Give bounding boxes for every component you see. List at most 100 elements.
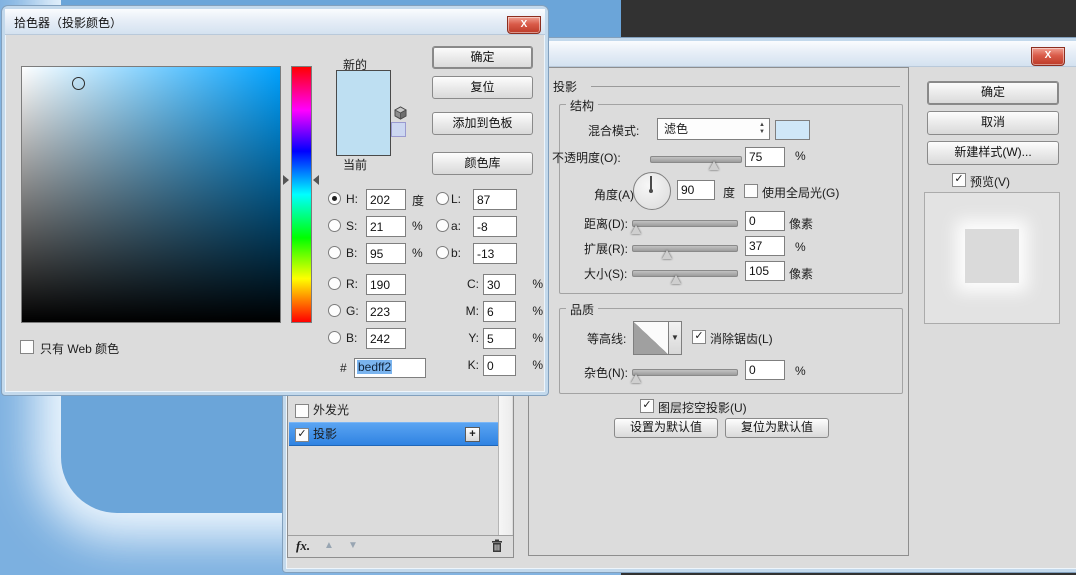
noise-input[interactable] <box>745 360 785 380</box>
trash-icon[interactable] <box>491 539 503 553</box>
opacity-input[interactable] <box>745 147 785 167</box>
only-web-colors-checkbox[interactable] <box>20 340 34 354</box>
current-color-label: 当前 <box>343 156 367 173</box>
web-color-cube-icon[interactable] <box>393 106 408 121</box>
saturation-radio[interactable] <box>328 219 341 232</box>
reset-button[interactable]: 复位 <box>432 76 533 99</box>
size-input[interactable] <box>745 261 785 281</box>
angle-dial[interactable] <box>633 172 671 210</box>
color-field-marker[interactable] <box>72 77 85 90</box>
field-label: G: <box>346 304 359 318</box>
noise-slider[interactable] <box>632 369 738 376</box>
move-down-icon[interactable]: ▼ <box>348 540 358 551</box>
knockout-checkbox[interactable] <box>640 399 654 413</box>
noise-unit: % <box>795 364 806 378</box>
blend-mode-label: 混合模式: <box>588 122 639 139</box>
contour-thumbnail[interactable] <box>633 321 669 355</box>
group-label: 品质 <box>566 301 598 318</box>
slider-thumb[interactable] <box>631 225 641 234</box>
drop-shadow-checkbox[interactable] <box>295 428 309 442</box>
size-unit: 像素 <box>789 265 813 282</box>
opacity-slider[interactable] <box>650 156 742 163</box>
style-row-drop-shadow[interactable]: 投影 + <box>289 422 498 446</box>
lab-b-input[interactable] <box>473 243 517 264</box>
reset-default-button[interactable]: 复位为默认值 <box>725 418 829 438</box>
workspace-background <box>621 0 1076 36</box>
field-label: L: <box>451 192 461 206</box>
angle-unit: 度 <box>723 184 735 201</box>
green-radio[interactable] <box>328 304 341 317</box>
quality-group: 品质 <box>559 308 903 394</box>
saturation-brightness-field[interactable] <box>21 66 281 323</box>
lab-a-input[interactable] <box>473 216 517 237</box>
blend-mode-select[interactable]: 滤色 ▲▼ <box>657 118 770 140</box>
add-to-swatches-button[interactable]: 添加到色板 <box>432 112 533 135</box>
green-input[interactable] <box>366 301 406 322</box>
preview-label: 预览(V) <box>970 173 1010 190</box>
field-unit: % <box>412 219 423 233</box>
yellow-input[interactable] <box>483 328 516 349</box>
close-icon[interactable]: X <box>507 16 541 34</box>
distance-label: 距离(D): <box>584 215 628 232</box>
spread-slider[interactable] <box>632 245 738 252</box>
field-label: B: <box>346 331 357 345</box>
shadow-color-swatch[interactable] <box>775 120 810 140</box>
hue-input[interactable] <box>366 189 406 210</box>
blue-radio[interactable] <box>328 331 341 344</box>
add-instance-icon[interactable]: + <box>465 427 480 442</box>
anti-alias-checkbox[interactable] <box>692 330 706 344</box>
slider-thumb[interactable] <box>631 374 641 383</box>
size-slider[interactable] <box>632 270 738 277</box>
move-up-icon[interactable]: ▲ <box>324 540 334 551</box>
make-default-button[interactable]: 设置为默认值 <box>614 418 718 438</box>
field-label: M: <box>457 304 479 318</box>
hue-slider[interactable] <box>291 66 312 323</box>
brightness-input[interactable] <box>366 243 406 264</box>
chevron-down-icon[interactable]: ▼ <box>669 321 682 355</box>
red-radio[interactable] <box>328 277 341 290</box>
preview-shape <box>965 229 1019 283</box>
outer-glow-checkbox[interactable] <box>295 404 309 418</box>
hue-arrow-right-icon[interactable] <box>313 175 319 185</box>
style-row-label[interactable]: 外发光 <box>313 399 349 421</box>
global-light-checkbox[interactable] <box>744 184 758 198</box>
web-safe-swatch[interactable] <box>391 122 406 137</box>
opacity-unit: % <box>795 149 806 163</box>
preview-checkbox[interactable] <box>952 173 966 187</box>
cancel-button[interactable]: 取消 <box>927 111 1059 135</box>
slider-thumb[interactable] <box>662 250 672 259</box>
ok-button[interactable]: 确定 <box>927 81 1059 105</box>
style-row-outer-glow[interactable]: 外发光 <box>289 399 498 421</box>
hue-radio[interactable] <box>328 192 341 205</box>
angle-input[interactable] <box>677 180 715 200</box>
lab-b-radio[interactable] <box>436 246 449 259</box>
fx-icon[interactable]: fx. <box>296 538 310 554</box>
ok-button[interactable]: 确定 <box>432 46 533 69</box>
hex-input[interactable]: bedff2 <box>354 358 426 378</box>
field-unit: % <box>521 277 543 291</box>
lab-a-radio[interactable] <box>436 219 449 232</box>
cyan-input[interactable] <box>483 274 516 295</box>
spread-unit: % <box>795 240 806 254</box>
new-style-button[interactable]: 新建样式(W)... <box>927 141 1059 165</box>
distance-input[interactable] <box>745 211 785 231</box>
lab-l-radio[interactable] <box>436 192 449 205</box>
hue-arrow-left-icon[interactable] <box>283 175 289 185</box>
color-libraries-button[interactable]: 颜色库 <box>432 152 533 175</box>
blue-input[interactable] <box>366 328 406 349</box>
red-input[interactable] <box>366 274 406 295</box>
magenta-input[interactable] <box>483 301 516 322</box>
saturation-input[interactable] <box>366 216 406 237</box>
close-icon[interactable]: X <box>1031 47 1065 66</box>
slider-thumb[interactable] <box>709 161 719 170</box>
distance-slider[interactable] <box>632 220 738 227</box>
black-input[interactable] <box>483 355 516 376</box>
spread-input[interactable] <box>745 236 785 256</box>
style-row-label[interactable]: 投影 <box>313 423 337 445</box>
lab-l-input[interactable] <box>473 189 517 210</box>
brightness-radio[interactable] <box>328 246 341 259</box>
field-label: S: <box>346 219 357 233</box>
new-current-swatch <box>336 70 391 156</box>
slider-thumb[interactable] <box>671 275 681 284</box>
dial-center <box>649 189 653 193</box>
